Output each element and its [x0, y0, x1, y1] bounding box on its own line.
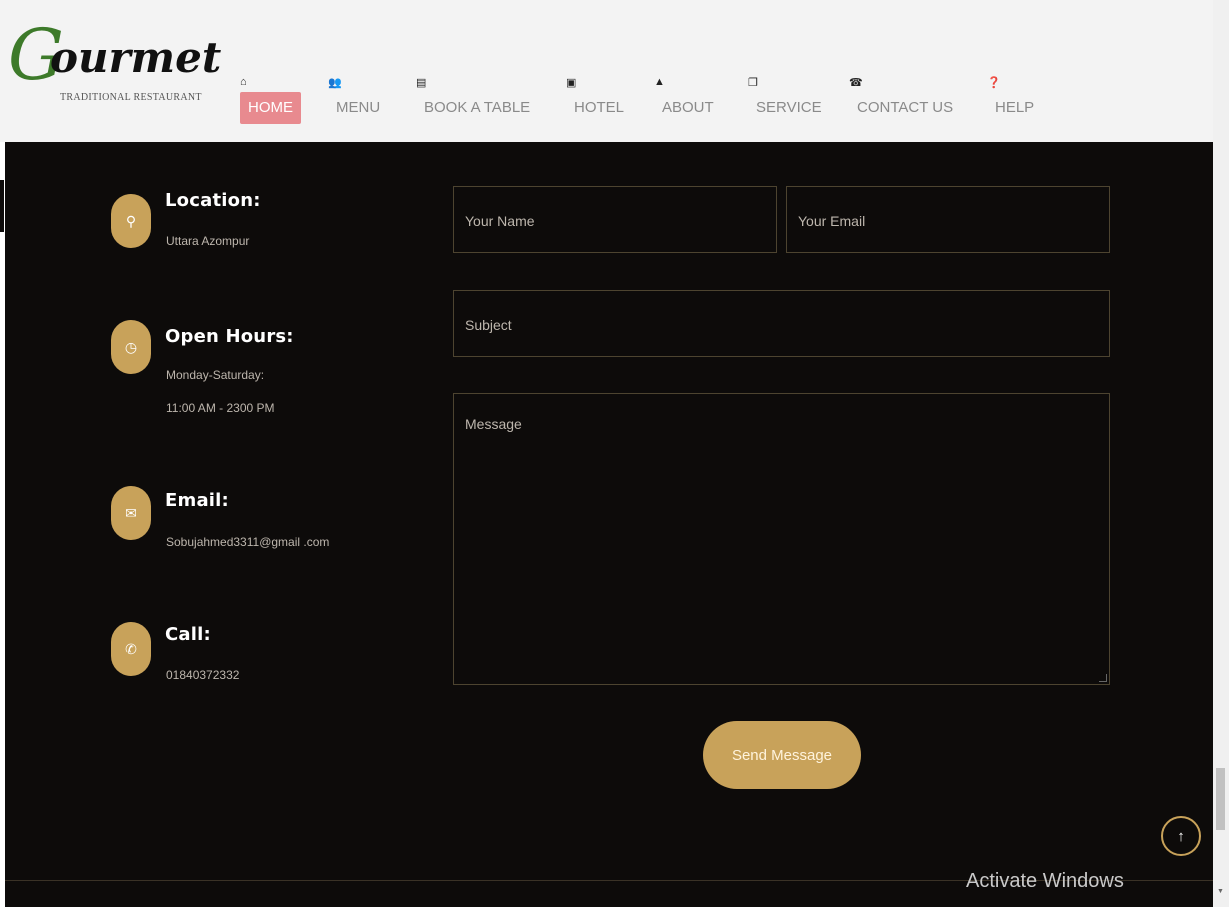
nav-help[interactable]: ❓ HELP	[987, 76, 1042, 124]
location-title: Location:	[165, 190, 261, 211]
nav-about[interactable]: ▲ ABOUT	[654, 76, 722, 124]
nav-label: HOME	[240, 92, 301, 124]
user-icon: ▲	[654, 76, 665, 88]
nav-hotel[interactable]: ▣ HOTEL	[566, 76, 632, 124]
nav-label: HOTEL	[574, 99, 625, 116]
nav-label: ABOUT	[662, 99, 714, 116]
home-icon: ⌂	[240, 76, 247, 88]
email-address[interactable]: Sobujahmed3311@gmail .com	[166, 535, 329, 549]
name-input[interactable]: Your Name	[453, 186, 777, 253]
question-icon: ❓	[987, 77, 1001, 89]
hotel-icon: ▣	[566, 77, 577, 89]
nav-menu[interactable]: 👥 MENU	[328, 76, 388, 124]
activate-windows-watermark: Activate Windows	[966, 870, 1124, 892]
location-pin-icon: ⚲	[111, 194, 151, 248]
nav-home[interactable]: ⌂ HOME	[240, 76, 301, 124]
name-placeholder: Your Name	[465, 213, 535, 229]
logo-tagline: TRADITIONAL RESTAURANT	[60, 92, 202, 103]
page-scrollbar[interactable]: ▼	[1213, 0, 1229, 907]
nav-book-a-table[interactable]: ▤ BOOK A TABLE	[416, 76, 538, 124]
list-icon: ▤	[416, 77, 427, 89]
nav-label: MENU	[336, 99, 381, 116]
message-placeholder: Message	[465, 416, 522, 432]
scroll-to-top-button[interactable]: ↑	[1161, 816, 1201, 856]
nav-label: HELP	[995, 99, 1035, 116]
call-number[interactable]: 01840372332	[166, 668, 239, 682]
envelope-icon: ✉	[111, 486, 151, 540]
hours-days: Monday-Saturday:	[166, 368, 265, 382]
phone-icon: ☎	[849, 77, 863, 89]
subject-input[interactable]: Subject	[453, 290, 1110, 357]
message-textarea[interactable]: Message	[453, 393, 1110, 685]
scrollbar-thumb[interactable]	[1216, 768, 1225, 830]
phone-call-icon: ✆	[111, 622, 151, 676]
email-placeholder: Your Email	[798, 213, 866, 229]
contact-section: ⚲ Location: Uttara Azompur ◷ Open Hours:…	[5, 142, 1213, 907]
nav-service[interactable]: ❐ SERVICE	[748, 76, 830, 124]
resize-handle-icon[interactable]	[1099, 674, 1107, 682]
email-input[interactable]: Your Email	[786, 186, 1110, 253]
email-title: Email:	[165, 490, 229, 511]
hours-title: Open Hours:	[165, 326, 294, 347]
nav-label: SERVICE	[756, 99, 822, 116]
logo-wordmark: ourmet	[50, 33, 222, 82]
send-message-button[interactable]: Send Message	[703, 721, 861, 789]
users-icon: 👥	[328, 77, 342, 89]
nav-label: BOOK A TABLE	[424, 99, 531, 116]
subject-placeholder: Subject	[465, 317, 512, 333]
arrow-up-icon: ↑	[1177, 827, 1185, 845]
scroll-down-arrow-icon[interactable]: ▼	[1217, 888, 1224, 895]
location-address: Uttara Azompur	[166, 234, 250, 248]
call-title: Call:	[165, 624, 211, 645]
copy-icon: ❐	[748, 77, 758, 89]
clock-icon: ◷	[111, 320, 151, 374]
hours-times: 11:00 AM - 2300 PM	[166, 401, 275, 415]
brand-logo[interactable]: G ourmet TRADITIONAL RESTAURANT	[8, 20, 238, 110]
nav-contact-us[interactable]: ☎ CONTACT US	[849, 76, 961, 124]
nav-label: CONTACT US	[857, 99, 954, 116]
site-header: G ourmet TRADITIONAL RESTAURANT ⌂ HOME 👥…	[0, 0, 1213, 142]
